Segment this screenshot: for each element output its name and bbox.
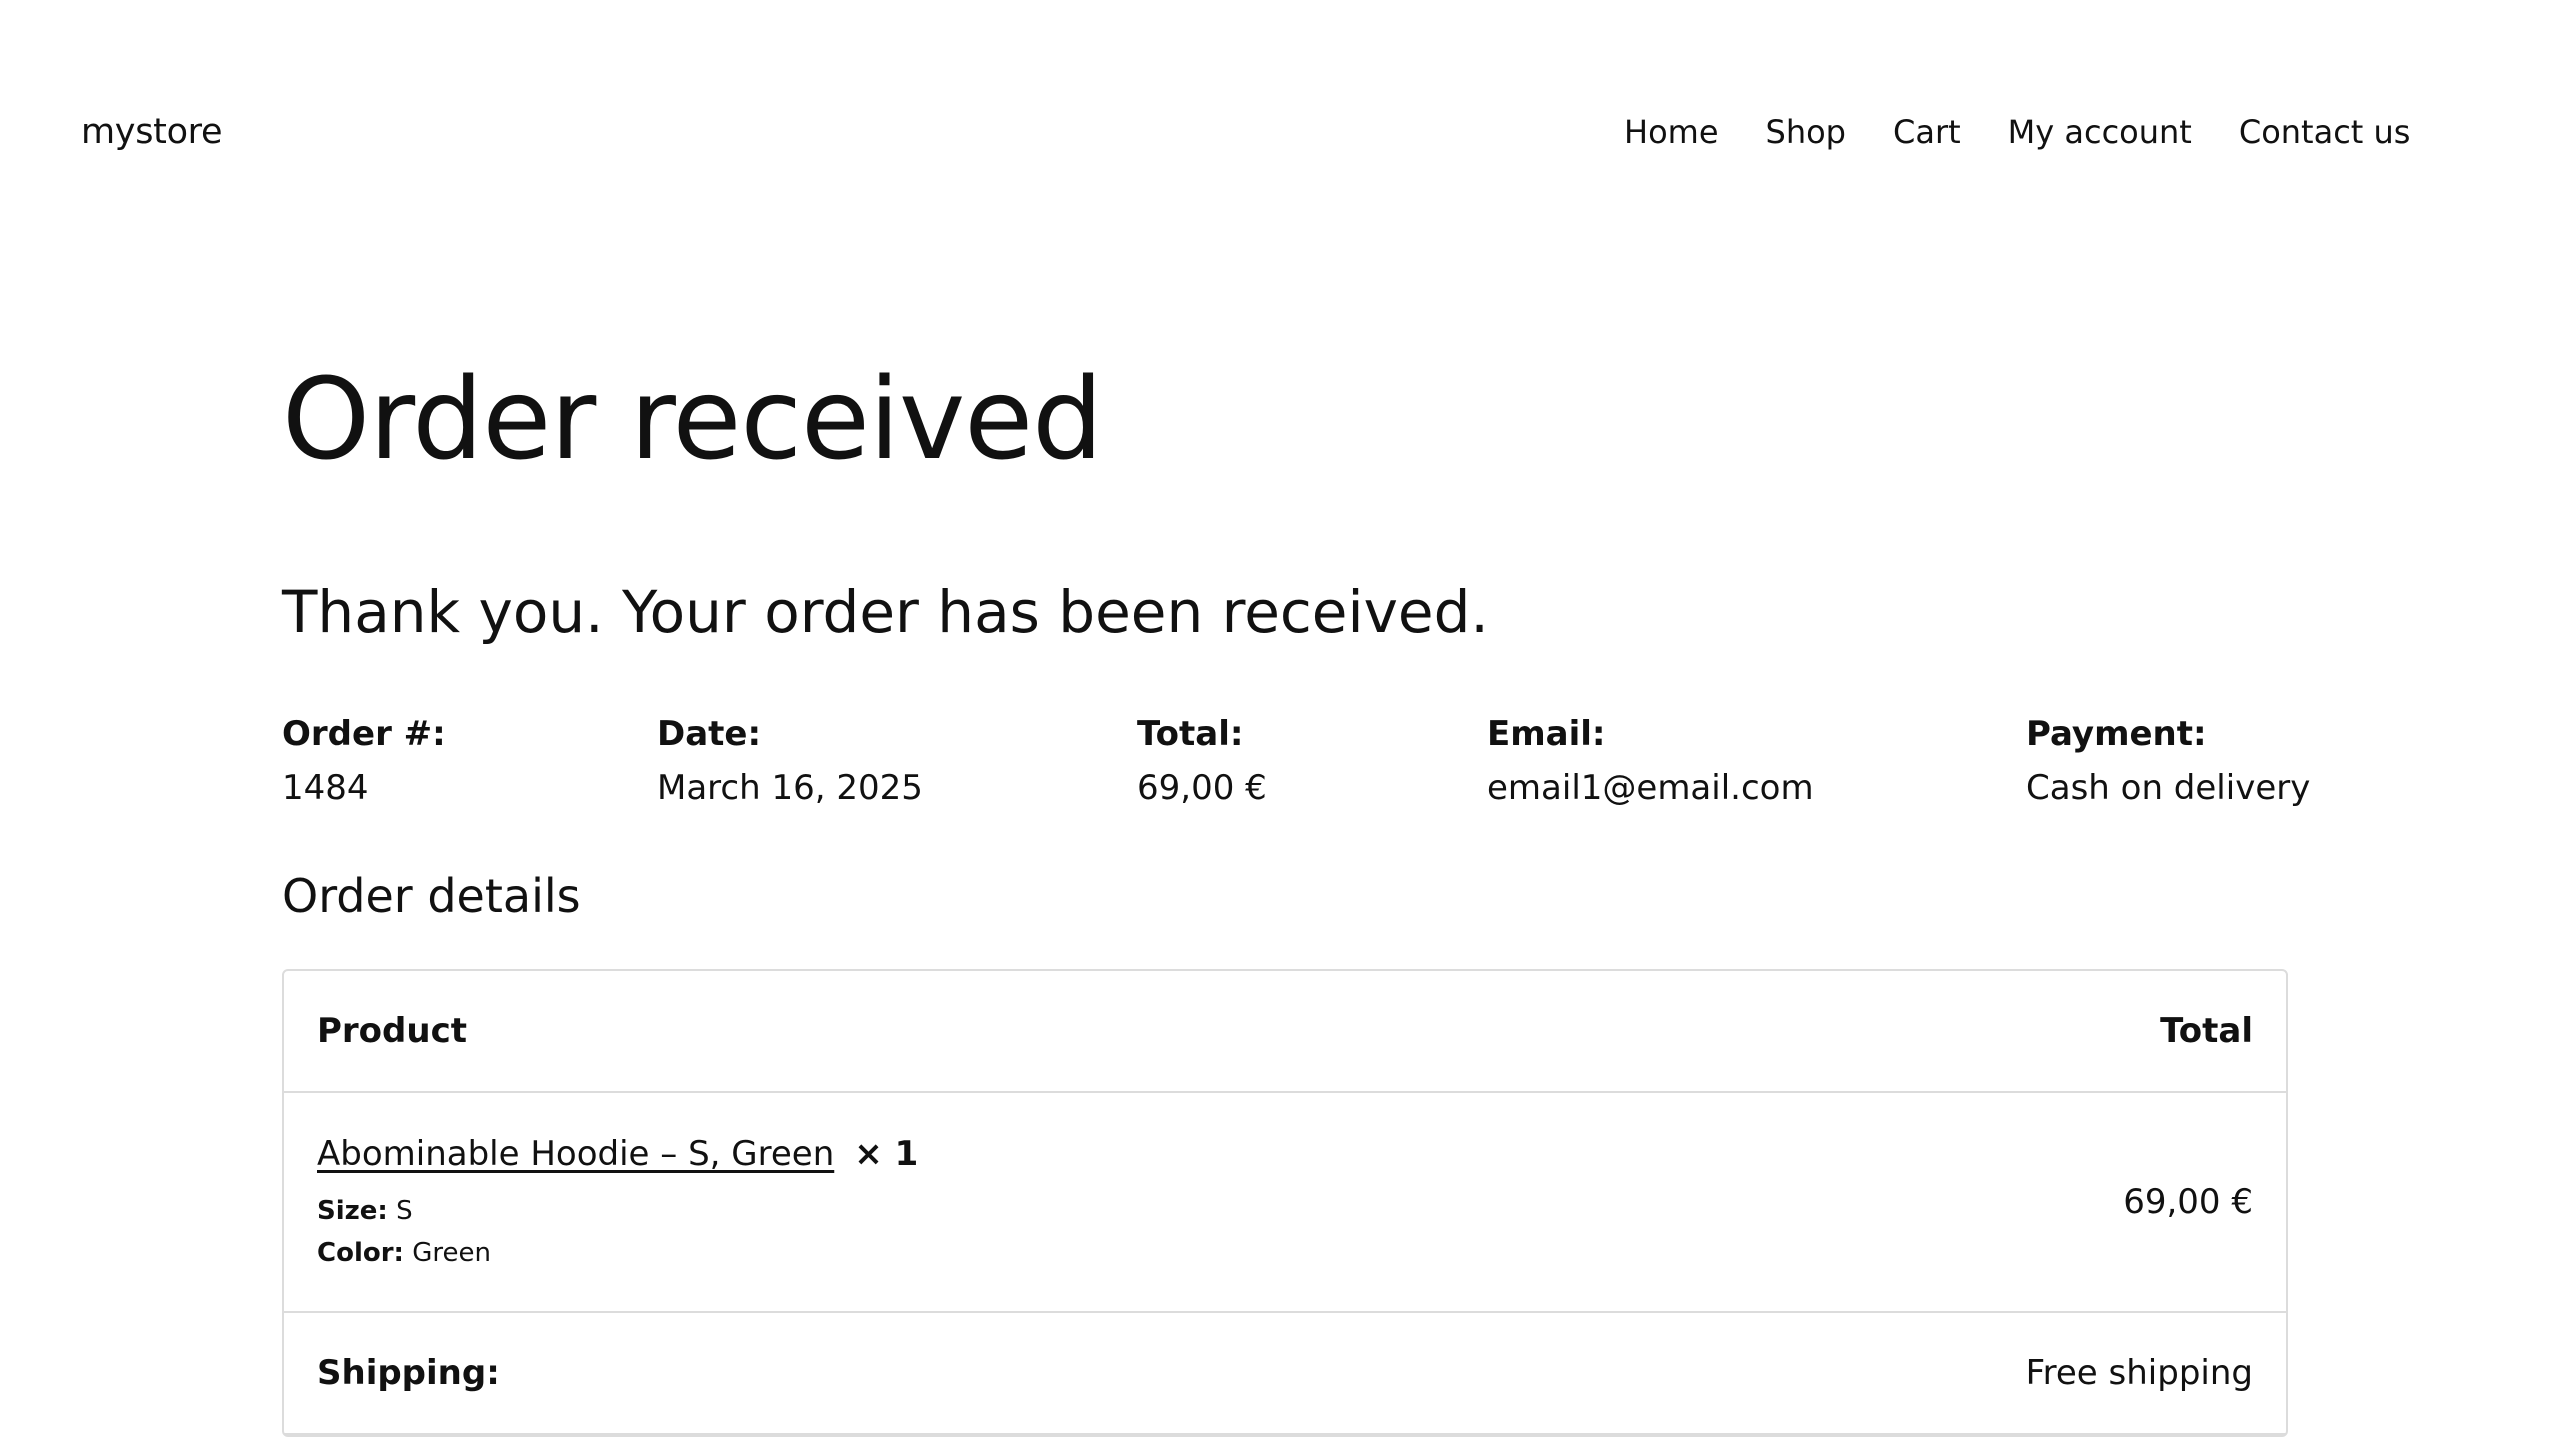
order-date-item: Date: March 16, 2025 (657, 708, 923, 816)
nav-cart-link[interactable]: Cart (1893, 108, 1961, 156)
shipping-row: Shipping: Free shipping (284, 1313, 2286, 1435)
total-column-header: Total (1674, 971, 2286, 1093)
nav-contact-us-link[interactable]: Contact us (2239, 108, 2411, 156)
order-number-label: Order #: (282, 714, 446, 754)
order-number-value: 1484 (282, 768, 369, 808)
order-number-item: Order #: 1484 (282, 708, 446, 816)
table-header-row: Product Total (284, 971, 2286, 1093)
nav-shop-link[interactable]: Shop (1766, 108, 1846, 156)
shipping-value: Free shipping (1674, 1313, 2286, 1435)
product-meta: Size: S Color: Green (317, 1190, 1642, 1274)
site-title-link[interactable]: mystore (81, 108, 223, 156)
order-date-label: Date: (657, 714, 762, 754)
main-navigation: Home Shop Cart My account Contact us (1624, 108, 2410, 156)
order-email-item: Email: email1@email.com (1487, 708, 1814, 816)
order-confirmation-message: Thank you. Your order has been received. (282, 578, 1489, 646)
product-link[interactable]: Abominable Hoodie – S, Green (317, 1134, 834, 1174)
order-payment-label: Payment: (2026, 714, 2207, 754)
order-details-table: Product Total Abominable Hoodie – S, Gre… (282, 969, 2288, 1437)
order-date-value: March 16, 2025 (657, 768, 923, 808)
color-value: Green (412, 1238, 491, 1268)
order-email-label: Email: (1487, 714, 1606, 754)
order-email-value: email1@email.com (1487, 768, 1814, 808)
table-row: Abominable Hoodie – S, Green × 1 Size: S … (284, 1093, 2286, 1313)
nav-my-account-link[interactable]: My account (2008, 108, 2192, 156)
order-payment-item: Payment: Cash on delivery (2026, 708, 2310, 816)
order-total-label: Total: (1137, 714, 1244, 754)
color-label: Color: (317, 1238, 404, 1268)
site-header: mystore Home Shop Cart My account Contac… (0, 0, 2560, 270)
size-label: Size: (317, 1196, 388, 1226)
product-quantity: × 1 (854, 1134, 919, 1174)
nav-home-link[interactable]: Home (1624, 108, 1719, 156)
order-details-title: Order details (282, 869, 581, 923)
product-total-cell: 69,00 € (1674, 1093, 2286, 1313)
order-payment-value: Cash on delivery (2026, 768, 2311, 808)
product-column-header: Product (284, 971, 1675, 1093)
order-total-value: 69,00 € (1137, 768, 1267, 808)
order-overview: Order #: 1484 Date: March 16, 2025 Total… (282, 708, 2310, 828)
page-title: Order received (282, 355, 1103, 485)
order-total-item: Total: 69,00 € (1137, 708, 1267, 816)
size-value: S (396, 1196, 413, 1226)
product-cell: Abominable Hoodie – S, Green × 1 Size: S … (284, 1093, 1675, 1313)
shipping-label: Shipping: (284, 1313, 1675, 1435)
